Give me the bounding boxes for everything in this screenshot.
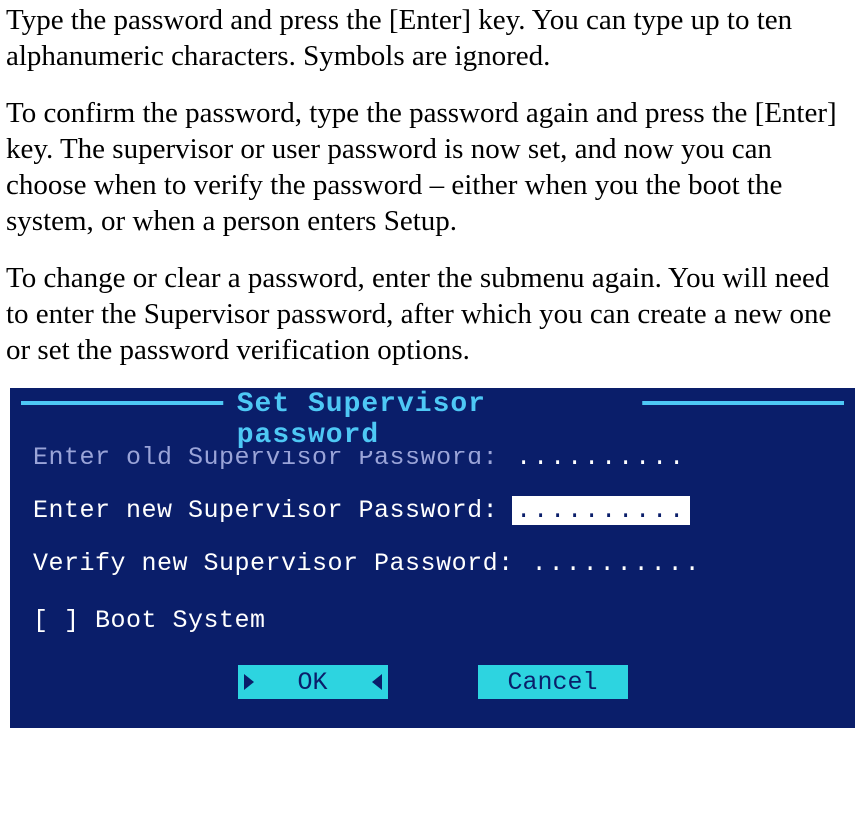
row-boot-system-checkbox[interactable]: [ ] Boot System [33, 606, 832, 635]
ok-button-label: OK [297, 668, 327, 697]
label-enter-new-password: Enter new Supervisor Password: [33, 496, 498, 525]
bios-dialog-title: Set Supervisor password [223, 389, 643, 451]
bios-button-row: OK Cancel [33, 665, 832, 699]
document-page: Type the password and press the [Enter] … [0, 2, 865, 748]
label-verify-new-password: Verify new Supervisor Password: [33, 549, 514, 578]
field-new-password[interactable]: .......... [512, 496, 690, 525]
field-verify-password[interactable]: .......... [528, 549, 706, 578]
instruction-paragraph-1: Type the password and press the [Enter] … [6, 2, 859, 75]
boot-system-checkbox-label: [ ] Boot System [33, 606, 266, 635]
instruction-paragraph-2: To confirm the password, type the passwo… [6, 95, 859, 240]
cancel-button-label: Cancel [507, 668, 597, 697]
instruction-paragraph-3: To change or clear a password, enter the… [6, 260, 859, 369]
row-verify-new-password: Verify new Supervisor Password: ........… [33, 549, 832, 578]
bios-screenshot: Set Supervisor password Enter old Superv… [10, 388, 855, 728]
row-enter-new-password: Enter new Supervisor Password: .........… [33, 496, 832, 525]
bios-dialog: Set Supervisor password Enter old Superv… [10, 388, 855, 728]
ok-button[interactable]: OK [238, 665, 388, 699]
cancel-button[interactable]: Cancel [478, 665, 628, 699]
